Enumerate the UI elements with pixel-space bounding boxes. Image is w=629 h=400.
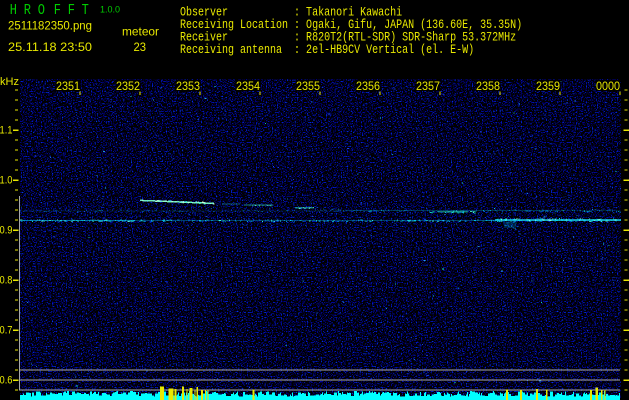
svg-text:R: R: [24, 3, 31, 20]
svg-text:2352: 2352: [116, 81, 140, 93]
svg-text:0000: 0000: [596, 81, 620, 93]
svg-text:1.0: 1.0: [0, 175, 13, 187]
svg-text:2358: 2358: [476, 81, 500, 93]
svg-text:2354: 2354: [236, 81, 261, 93]
svg-text:meteor: meteor: [122, 27, 159, 39]
svg-text:kHz: kHz: [0, 76, 19, 88]
svg-text:23: 23: [134, 42, 147, 54]
svg-text:0.8: 0.8: [0, 275, 13, 287]
svg-text:2357: 2357: [416, 81, 440, 93]
svg-text:1.0.0: 1.0.0: [100, 5, 120, 15]
svg-text:0.9: 0.9: [0, 225, 13, 237]
svg-text:0.7: 0.7: [0, 325, 13, 337]
svg-text:2511182350.png: 2511182350.png: [8, 21, 92, 33]
svg-text:F: F: [68, 3, 75, 20]
svg-text:2353: 2353: [176, 81, 200, 93]
svg-text:T: T: [82, 3, 89, 20]
svg-text:H: H: [10, 3, 17, 20]
svg-text:2356: 2356: [356, 81, 380, 93]
svg-text:25.11.18 23:50: 25.11.18 23:50: [8, 42, 92, 54]
svg-text:O: O: [38, 3, 45, 20]
svg-text:2351: 2351: [56, 81, 80, 93]
svg-text:2355: 2355: [296, 81, 320, 93]
svg-text:2359: 2359: [536, 81, 560, 93]
svg-text:0.6: 0.6: [0, 375, 13, 387]
svg-text:Receiving antenna : 2el-HB9CV: Receiving antenna : 2el-HB9CV Vertical (…: [180, 43, 474, 58]
svg-text:1.1: 1.1: [0, 125, 13, 137]
svg-text:F: F: [54, 3, 61, 20]
